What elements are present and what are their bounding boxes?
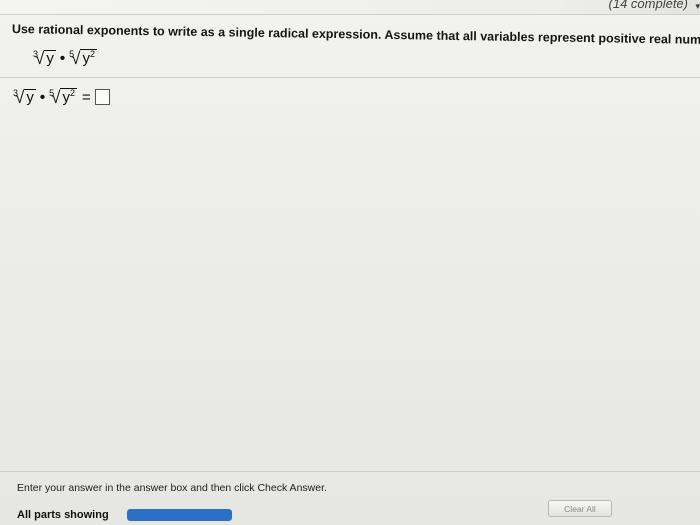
multiply-operator: • xyxy=(59,49,66,67)
fifth-root: 5 √ y2 xyxy=(69,49,97,67)
multiply-operator: • xyxy=(39,88,46,106)
radicand-base: y xyxy=(62,89,70,106)
radicand: y2 xyxy=(60,88,77,106)
header-divider xyxy=(0,14,700,15)
answer-expression: 3 √ y • 5 √ y2 = xyxy=(13,88,110,106)
question-divider xyxy=(0,77,700,78)
progress-indicator[interactable]: (14 complete) xyxy=(609,0,688,11)
header-bar: (14 complete) ▾ xyxy=(0,0,700,14)
radicand: y xyxy=(44,50,56,67)
radical-index: 3 xyxy=(33,48,39,59)
chevron-down-icon[interactable]: ▾ xyxy=(695,1,700,12)
radicand-exponent: 2 xyxy=(89,49,95,59)
cube-root: 3 √ y xyxy=(33,48,56,67)
radicand: y2 xyxy=(80,49,97,67)
answer-input[interactable] xyxy=(94,88,110,105)
answer-instructions: Enter your answer in the answer box and … xyxy=(17,482,327,494)
footer-divider xyxy=(0,471,700,472)
question-instruction: Use rational exponents to write as a sin… xyxy=(11,22,700,48)
parts-progress-bar xyxy=(127,509,232,521)
parts-showing-label: All parts showing xyxy=(17,509,109,521)
fifth-root: 5 √ y2 xyxy=(49,88,77,106)
radical-index: 5 xyxy=(49,87,55,98)
radical-index: 3 xyxy=(13,87,19,98)
given-expression: 3 √ y • 5 √ y2 xyxy=(33,49,97,67)
clear-all-button[interactable]: Clear All xyxy=(548,500,612,517)
cube-root: 3 √ y xyxy=(13,87,36,106)
equals-sign: = xyxy=(82,88,91,106)
radicand-exponent: 2 xyxy=(69,88,75,98)
radicand: y xyxy=(24,89,36,106)
parts-progress-fill xyxy=(127,509,232,521)
radicand-base: y xyxy=(82,50,90,67)
radical-index: 5 xyxy=(69,48,75,59)
